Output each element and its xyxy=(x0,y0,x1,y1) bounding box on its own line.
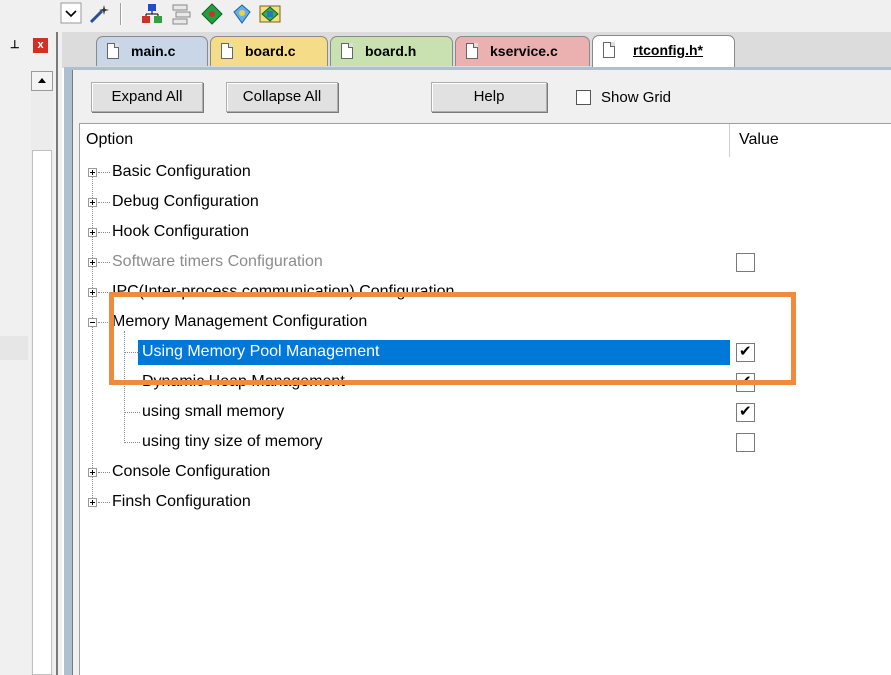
toolbar-separator xyxy=(120,3,122,25)
expand-all-button[interactable]: Expand All xyxy=(91,82,203,112)
show-grid-checkbox[interactable] xyxy=(576,90,591,105)
value-checkbox[interactable] xyxy=(736,402,755,422)
network-icon[interactable] xyxy=(140,2,164,26)
tree-line xyxy=(98,232,110,233)
left-scrollbar-thumb[interactable] xyxy=(32,150,52,675)
pin-icon[interactable]: ⊥ xyxy=(10,38,20,51)
tab-label: rtconfig.h* xyxy=(633,42,703,58)
option-group[interactable]: Hook Configuration xyxy=(112,221,249,245)
option-group[interactable]: Console Configuration xyxy=(112,461,270,485)
file-icon xyxy=(466,43,478,59)
tab-label: board.h xyxy=(365,43,417,59)
tree-line xyxy=(124,412,140,413)
column-separator[interactable] xyxy=(729,124,730,157)
expand-toggle-icon[interactable] xyxy=(88,168,97,177)
component-icon[interactable] xyxy=(258,2,282,26)
scroll-up-button[interactable] xyxy=(31,71,53,91)
column-header-option[interactable]: Option xyxy=(86,131,133,149)
stack-icon[interactable] xyxy=(170,2,194,26)
close-icon[interactable]: x xyxy=(33,38,48,53)
tab-label: main.c xyxy=(131,43,176,59)
pane-divider[interactable] xyxy=(56,32,58,675)
toolbar xyxy=(0,0,891,32)
tab-kservice-c[interactable]: kservice.c xyxy=(455,36,590,66)
column-header-value[interactable]: Value xyxy=(739,131,779,149)
tree-line xyxy=(92,172,93,506)
file-icon xyxy=(221,43,233,59)
expand-toggle-icon[interactable] xyxy=(88,288,97,297)
tree-line xyxy=(98,202,110,203)
tree-line xyxy=(98,262,110,263)
file-icon xyxy=(603,42,615,58)
dropdown-arrow-icon[interactable] xyxy=(60,2,84,26)
value-checkbox[interactable] xyxy=(736,253,755,272)
pin-icon[interactable] xyxy=(230,2,254,26)
value-checkbox[interactable] xyxy=(736,433,755,452)
tree-line xyxy=(98,472,110,473)
collapse-toggle-icon[interactable] xyxy=(88,318,97,327)
tree-line xyxy=(98,502,110,503)
file-icon xyxy=(107,43,119,59)
tab-rtconfig-h[interactable]: rtconfig.h* xyxy=(592,35,735,67)
expand-toggle-icon[interactable] xyxy=(88,258,97,267)
magic-wand-icon[interactable] xyxy=(88,2,112,26)
left-pane-selected-row[interactable] xyxy=(0,336,28,360)
expand-toggle-icon[interactable] xyxy=(88,468,97,477)
show-grid-label: Show Grid xyxy=(601,89,672,106)
tab-label: kservice.c xyxy=(490,43,558,59)
tab-board-c[interactable]: board.c xyxy=(210,36,328,66)
tab-main-c[interactable]: main.c xyxy=(96,36,208,66)
option-group[interactable]: Finsh Configuration xyxy=(112,491,251,515)
annotation-highlight-box xyxy=(109,292,796,385)
option-item[interactable]: using tiny size of memory xyxy=(142,431,323,455)
expand-toggle-icon[interactable] xyxy=(88,228,97,237)
tab-label: board.c xyxy=(245,43,296,59)
option-group[interactable]: Debug Configuration xyxy=(112,191,259,215)
file-icon xyxy=(341,43,353,59)
tab-board-h[interactable]: board.h xyxy=(330,36,453,66)
tree-line xyxy=(124,442,140,443)
tree-line xyxy=(98,172,110,173)
option-group[interactable]: Software timers Configuration xyxy=(112,251,323,275)
collapse-all-button[interactable]: Collapse All xyxy=(226,82,338,112)
diamond-icon[interactable] xyxy=(200,2,224,26)
help-button[interactable]: Help xyxy=(431,82,547,112)
expand-toggle-icon[interactable] xyxy=(88,498,97,507)
expand-toggle-icon[interactable] xyxy=(88,198,97,207)
option-item[interactable]: using small memory xyxy=(142,401,284,425)
option-group[interactable]: Basic Configuration xyxy=(112,161,251,185)
